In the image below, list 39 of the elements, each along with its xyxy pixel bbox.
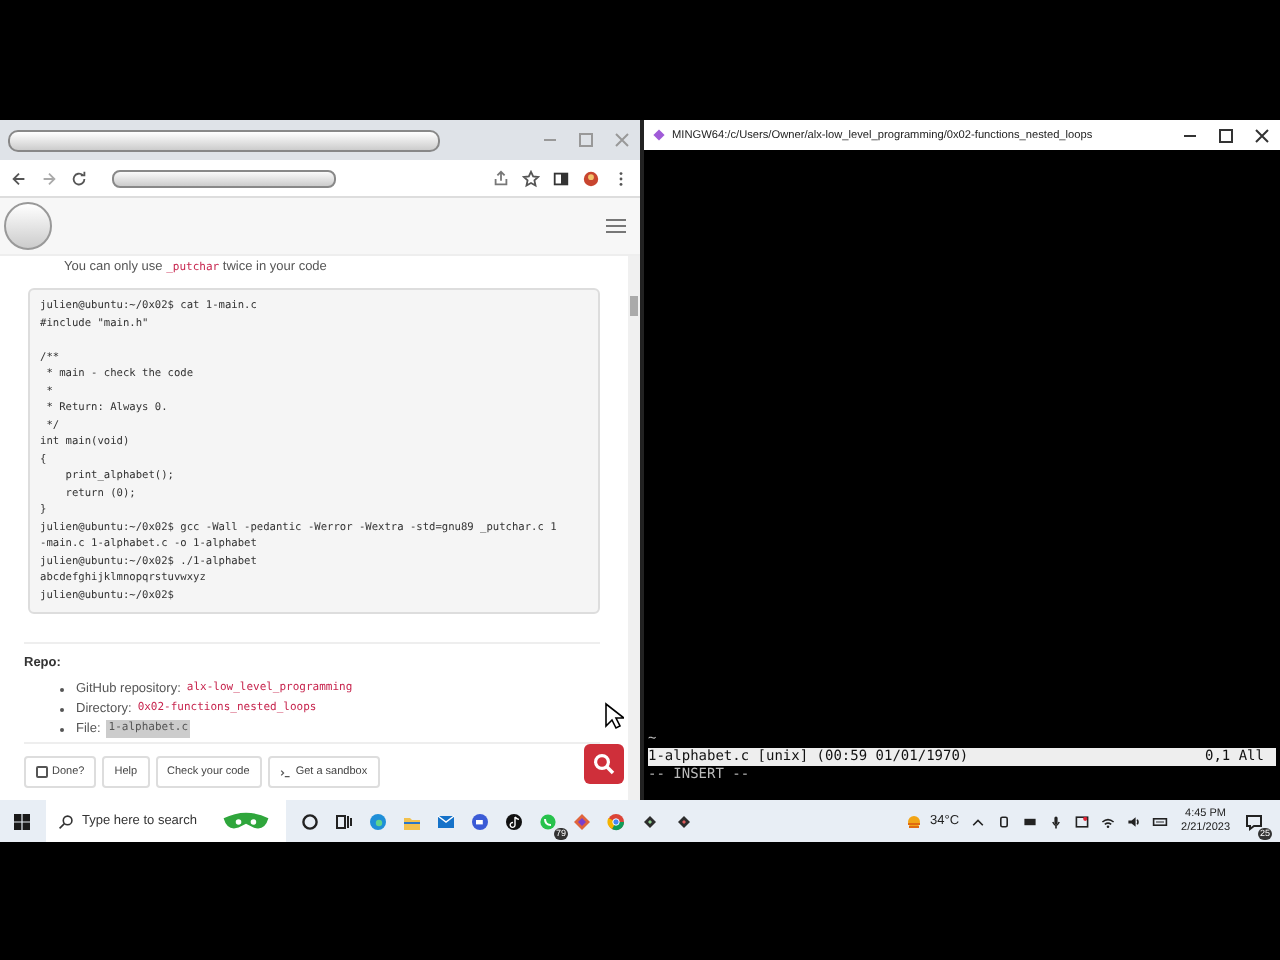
address-bar[interactable] [112,169,336,187]
search-button[interactable] [584,744,624,784]
mask-illustration-icon [218,809,274,833]
star-icon[interactable] [522,169,540,187]
notification-icon[interactable] [1244,811,1264,831]
side-panel-icon[interactable] [552,169,570,187]
keyboard-icon[interactable] [1151,813,1168,829]
battery-icon[interactable] [1021,813,1038,829]
search-icon [58,813,74,829]
maximize-icon[interactable] [1216,125,1236,145]
browser-tab[interactable] [8,129,440,151]
chip-app-icon[interactable] [640,811,660,831]
scrollbar-thumb[interactable] [630,296,638,316]
close-icon[interactable] [1252,125,1272,145]
video-meeting-icon[interactable] [470,811,490,831]
sun-weather-icon [904,811,924,831]
reload-icon[interactable] [70,169,88,187]
share-icon[interactable] [492,169,510,187]
wifi-icon[interactable] [1099,813,1116,829]
windows-start-icon[interactable] [12,811,32,831]
usb-device-icon[interactable] [995,813,1012,829]
mail-icon[interactable] [436,811,456,831]
checkbox[interactable] [36,766,48,778]
speaker-icon[interactable] [1125,813,1142,829]
mouse-pointer-icon [604,702,624,730]
avatar-circle[interactable] [4,202,52,250]
back-icon[interactable] [10,169,28,187]
search-icon [592,752,616,776]
menu-icon[interactable] [604,216,628,236]
music-note-icon[interactable] [504,811,524,831]
microphone-icon[interactable] [1047,813,1064,829]
chip-app-icon[interactable] [674,811,694,831]
profile-avatar-icon[interactable] [582,169,600,187]
scrollbar[interactable] [628,256,640,800]
camera-icon[interactable] [1073,813,1090,829]
diamond-app-icon[interactable] [572,811,592,831]
terminal-prompt-icon [279,767,292,777]
task-view-icon[interactable] [334,811,354,831]
terminal-app-icon [652,128,666,142]
